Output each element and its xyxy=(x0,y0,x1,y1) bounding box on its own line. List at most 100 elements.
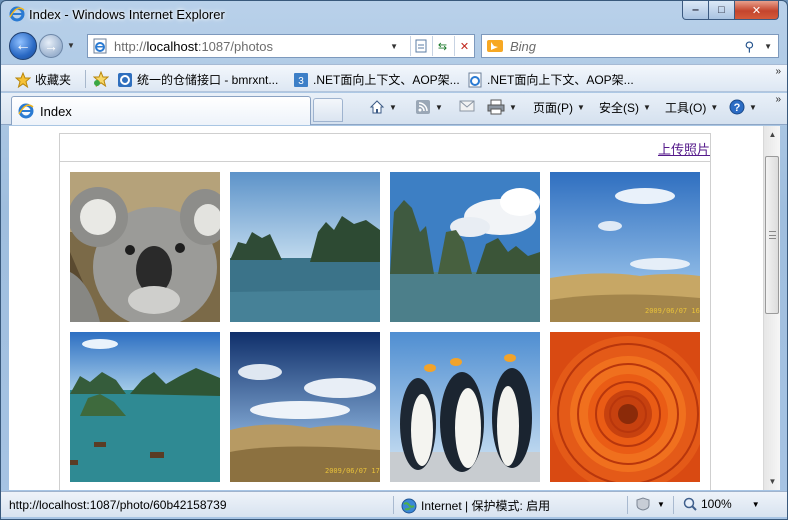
page-header: 上传照片 xyxy=(60,134,710,162)
halong-bay-2-image xyxy=(390,172,540,322)
search-dropdown-icon[interactable]: ▼ xyxy=(764,42,772,51)
ie-logo-icon xyxy=(9,6,25,22)
safety-menu-dropdown-icon: ▼ xyxy=(643,103,651,112)
add-to-favorites-bar-button[interactable] xyxy=(93,71,113,87)
halong-bay-boats-image xyxy=(70,332,220,482)
status-bar: http://localhost:1087/photo/60b42158739 … xyxy=(1,491,787,517)
favorite-link-label: 统一的仓储接口 - bmrxnt... xyxy=(137,73,279,87)
ie-page-icon xyxy=(468,72,482,87)
page-viewport: 上传照片 2009/06/07 16 2009/06/07 17 xyxy=(9,126,763,490)
search-magnifier-icon[interactable]: ⚲ xyxy=(744,39,754,55)
protected-mode-button[interactable]: ▼ xyxy=(635,497,665,511)
photo-desert-1[interactable]: 2009/06/07 16 xyxy=(550,172,700,322)
zoom-control[interactable]: 100% ▼ xyxy=(683,497,760,511)
favorites-separator xyxy=(85,70,86,88)
koala-image xyxy=(70,172,220,322)
add-favorite-icon xyxy=(93,71,109,87)
photo-timestamp: 2009/06/07 17 xyxy=(325,467,380,475)
print-dropdown-icon[interactable]: ▼ xyxy=(509,103,517,112)
safety-menu[interactable]: 安全(S) ▼ xyxy=(599,99,651,116)
tab-title: Index xyxy=(40,103,72,119)
new-tab-button[interactable] xyxy=(313,98,343,122)
photo-koala[interactable] xyxy=(70,172,220,322)
stop-button[interactable]: ✕ xyxy=(454,36,474,56)
photo-desert-2[interactable]: 2009/06/07 17 xyxy=(230,332,380,482)
minimize-button[interactable]: ‒ xyxy=(682,1,709,20)
help-button[interactable]: ? ▼ xyxy=(729,99,757,115)
photo-chrysanthemum[interactable] xyxy=(550,332,700,482)
address-dropdown-icon[interactable]: ▼ xyxy=(390,42,398,51)
photo-penguins[interactable] xyxy=(390,332,540,482)
feeds-button[interactable]: ▼ xyxy=(415,99,443,115)
status-separator xyxy=(627,496,628,514)
rss-feed-icon xyxy=(416,100,430,114)
ie-page-icon xyxy=(18,103,34,119)
upload-photo-link[interactable]: 上传照片 xyxy=(658,139,710,158)
favorites-star-icon xyxy=(15,71,31,88)
help-icon: ? xyxy=(729,99,745,115)
favorites-overflow-button[interactable]: » xyxy=(775,66,781,77)
url-host: localhost xyxy=(146,38,198,54)
penguins-image xyxy=(390,332,540,482)
document-icon: 3 xyxy=(294,72,308,87)
print-button[interactable]: ▼ xyxy=(487,99,517,115)
protected-mode-dropdown-icon: ▼ xyxy=(657,499,665,509)
address-url[interactable]: http://localhost:1087/photos xyxy=(114,39,273,54)
navigation-bar: ← → ▼ http://localhost:1087/photos ▼ ⇆ ✕… xyxy=(1,29,787,63)
status-url: http://localhost:1087/photo/60b42158739 xyxy=(9,498,227,512)
photo-timestamp: 2009/06/07 16 xyxy=(645,307,700,315)
tab-index[interactable]: Index xyxy=(11,96,311,125)
favorites-button[interactable]: 收藏夹 xyxy=(15,71,71,88)
title-bar[interactable]: Index - Windows Internet Explorer ‒ □ ✕ xyxy=(1,1,787,29)
scroll-down-icon[interactable]: ▼ xyxy=(764,473,781,490)
photo-halong-bay-boats[interactable] xyxy=(70,332,220,482)
favorite-link-label: .NET面向上下文、AOP架... xyxy=(487,73,634,87)
forward-arrow-icon: → xyxy=(44,38,58,54)
search-placeholder: Bing xyxy=(510,38,537,54)
vertical-scrollbar[interactable]: ▲ ▼ xyxy=(763,126,780,490)
safety-menu-label: 安全(S) xyxy=(599,101,639,115)
command-bar-overflow-button[interactable]: » xyxy=(775,94,781,105)
feeds-dropdown-icon[interactable]: ▼ xyxy=(435,103,443,112)
favorite-link-3[interactable]: .NET面向上下文、AOP架... xyxy=(467,71,634,88)
photo-halong-bay-1[interactable] xyxy=(230,172,380,322)
zoom-level: 100% xyxy=(701,497,732,511)
chrysanthemum-image xyxy=(550,332,700,482)
close-button[interactable]: ✕ xyxy=(735,1,779,20)
maximize-button[interactable]: □ xyxy=(709,1,735,20)
home-icon xyxy=(369,100,385,114)
home-dropdown-icon[interactable]: ▼ xyxy=(389,103,397,112)
favorite-link-1[interactable]: 统一的仓储接口 - bmrxnt... xyxy=(117,71,278,88)
page-menu-dropdown-icon: ▼ xyxy=(577,103,585,112)
halong-bay-1-image xyxy=(230,172,380,322)
browser-window: Index - Windows Internet Explorer ‒ □ ✕ … xyxy=(0,0,788,520)
refresh-icon: ⇆ xyxy=(437,40,448,53)
history-dropdown-icon[interactable]: ▼ xyxy=(67,41,75,50)
tools-menu[interactable]: 工具(O) ▼ xyxy=(665,99,718,116)
scrollbar-thumb[interactable] xyxy=(765,156,779,314)
compatibility-view-button[interactable] xyxy=(410,36,430,56)
forward-button[interactable]: → xyxy=(39,34,63,58)
scroll-up-icon[interactable]: ▲ xyxy=(764,126,781,143)
favorites-label: 收藏夹 xyxy=(35,73,72,87)
search-box[interactable]: Bing ⚲ ▼ xyxy=(481,34,779,58)
favorite-link-label: .NET面向上下文、AOP架... xyxy=(313,73,460,87)
security-zone[interactable]: Internet | 保护模式: 启用 xyxy=(401,497,550,514)
home-button[interactable]: ▼ xyxy=(369,99,397,115)
url-rest: :1087/photos xyxy=(197,38,274,54)
status-separator xyxy=(673,496,674,514)
refresh-button[interactable]: ⇆ xyxy=(432,36,452,56)
address-bar[interactable]: http://localhost:1087/photos ▼ ⇆ ✕ xyxy=(87,34,475,58)
compatibility-view-icon xyxy=(415,39,426,53)
back-button[interactable]: ← xyxy=(9,32,37,60)
desert-2-image xyxy=(230,332,380,482)
url-prefix: http:// xyxy=(114,38,147,54)
read-mail-button[interactable] xyxy=(459,99,475,113)
help-dropdown-icon[interactable]: ▼ xyxy=(749,103,757,112)
page-menu[interactable]: 页面(P) ▼ xyxy=(533,99,585,116)
photo-halong-bay-2[interactable] xyxy=(390,172,540,322)
ie-page-icon xyxy=(93,38,107,54)
favorite-link-2[interactable]: 3 .NET面向上下文、AOP架... xyxy=(293,71,460,88)
blog-icon xyxy=(118,72,132,87)
zoom-dropdown-icon: ▼ xyxy=(751,499,760,509)
